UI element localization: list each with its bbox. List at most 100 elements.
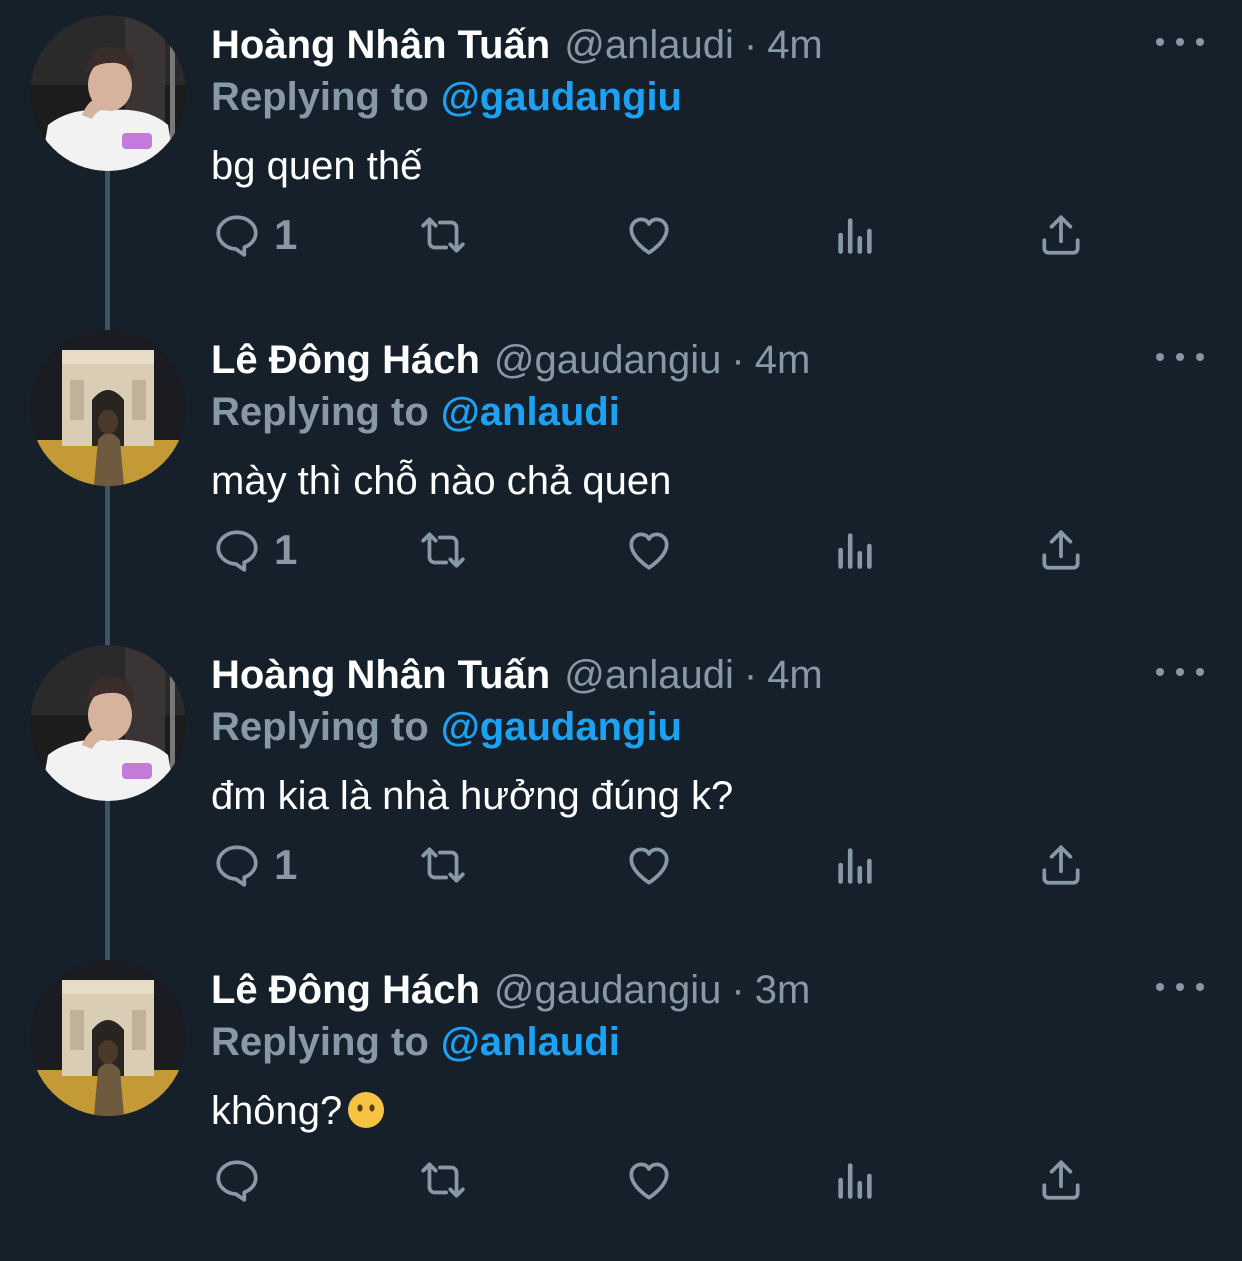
tweet[interactable]: Hoàng Nhân Tuấn @anlaudi · 4m Replying t… <box>0 630 1242 960</box>
analytics-button[interactable] <box>830 205 880 265</box>
replying-to-label: Replying to <box>211 75 429 119</box>
avatar[interactable] <box>30 645 186 801</box>
avatar[interactable] <box>30 330 186 486</box>
tweet-header: Hoàng Nhân Tuấn @anlaudi · 4m <box>211 20 823 70</box>
retweet-icon <box>418 840 468 890</box>
display-name[interactable]: Lê Đông Hách <box>211 335 480 385</box>
like-icon <box>624 210 674 260</box>
replying-to-label: Replying to <box>211 705 429 749</box>
reply-count: 1 <box>274 526 298 573</box>
reply-icon <box>212 210 262 260</box>
analytics-icon <box>830 1155 880 1205</box>
analytics-icon <box>830 840 880 890</box>
avatar[interactable] <box>30 15 186 171</box>
action-bar: 1 <box>0 205 1242 275</box>
share-icon <box>1036 1155 1086 1205</box>
face-without-mouth-emoji-icon <box>346 1090 386 1130</box>
tweet-text: bg quen thế <box>211 144 423 188</box>
avatar[interactable] <box>30 960 186 1116</box>
user-handle[interactable]: @anlaudi <box>564 20 734 70</box>
action-bar: 1 <box>0 835 1242 905</box>
tweet-text: không? <box>211 1089 343 1133</box>
retweet-button[interactable] <box>418 1150 468 1210</box>
tweet-text-row: không? <box>211 1085 386 1137</box>
analytics-button[interactable] <box>830 835 880 895</box>
retweet-icon <box>418 210 468 260</box>
replying-to-label: Replying to <box>211 390 429 434</box>
share-icon <box>1036 210 1086 260</box>
analytics-button[interactable] <box>830 1150 880 1210</box>
mention-link[interactable]: @gaudangiu <box>441 75 682 119</box>
mention-link[interactable]: @gaudangiu <box>441 705 682 749</box>
timestamp[interactable]: 4m <box>767 20 823 70</box>
like-button[interactable] <box>624 520 674 580</box>
timestamp[interactable]: 4m <box>767 650 823 700</box>
action-bar <box>0 1150 1242 1220</box>
reply-button[interactable] <box>212 1150 262 1210</box>
reply-icon <box>212 525 262 575</box>
share-button[interactable] <box>1036 835 1086 895</box>
share-icon <box>1036 525 1086 575</box>
retweet-button[interactable] <box>418 520 468 580</box>
tweet-text: đm kia là nhà hưởng đúng k? <box>211 774 734 818</box>
replying-to: Replying to @anlaudi <box>211 1017 620 1067</box>
tweet-header: Lê Đông Hách @gaudangiu · 4m <box>211 335 810 385</box>
share-button[interactable] <box>1036 205 1086 265</box>
action-bar: 1 <box>0 520 1242 590</box>
analytics-icon <box>830 210 880 260</box>
like-button[interactable] <box>624 205 674 265</box>
like-button[interactable] <box>624 1150 674 1210</box>
tweet[interactable]: Lê Đông Hách @gaudangiu · 4m Replying to… <box>0 315 1242 645</box>
share-button[interactable] <box>1036 1150 1086 1210</box>
display-name[interactable]: Lê Đông Hách <box>211 965 480 1015</box>
like-button[interactable] <box>624 835 674 895</box>
avatar-person-white-shirt-icon <box>30 645 186 801</box>
avatar-arc-de-triomphe-icon <box>30 960 186 1116</box>
analytics-button[interactable] <box>830 520 880 580</box>
replying-to: Replying to @gaudangiu <box>211 72 682 122</box>
mention-link[interactable]: @anlaudi <box>441 1020 620 1064</box>
avatar-person-white-shirt-icon <box>30 15 186 171</box>
display-name[interactable]: Hoàng Nhân Tuấn <box>211 20 550 70</box>
reply-icon <box>212 1155 262 1205</box>
timestamp[interactable]: 3m <box>755 965 811 1015</box>
reply-icon <box>212 840 262 890</box>
reply-button[interactable]: 1 <box>212 835 297 895</box>
replying-to: Replying to @gaudangiu <box>211 702 682 752</box>
more-icon[interactable] <box>1156 975 1204 999</box>
tweet-header: Lê Đông Hách @gaudangiu · 3m <box>211 965 810 1015</box>
reply-button[interactable]: 1 <box>212 520 297 580</box>
reply-button[interactable]: 1 <box>212 205 297 265</box>
replying-to-label: Replying to <box>211 1020 429 1064</box>
user-handle[interactable]: @anlaudi <box>564 650 734 700</box>
retweet-button[interactable] <box>418 205 468 265</box>
analytics-icon <box>830 525 880 575</box>
tweet-header: Hoàng Nhân Tuấn @anlaudi · 4m <box>211 650 823 700</box>
share-button[interactable] <box>1036 520 1086 580</box>
reply-count: 1 <box>274 841 298 888</box>
user-handle[interactable]: @gaudangiu <box>494 335 721 385</box>
separator: · <box>743 653 758 697</box>
timestamp[interactable]: 4m <box>755 335 811 385</box>
retweet-button[interactable] <box>418 835 468 895</box>
avatar-arc-de-triomphe-icon <box>30 330 186 486</box>
replying-to: Replying to @anlaudi <box>211 387 620 437</box>
like-icon <box>624 525 674 575</box>
more-icon[interactable] <box>1156 30 1204 54</box>
tweet-text: mày thì chỗ nào chả quen <box>211 459 672 503</box>
mention-link[interactable]: @anlaudi <box>441 390 620 434</box>
like-icon <box>624 840 674 890</box>
retweet-icon <box>418 525 468 575</box>
separator: · <box>731 338 745 382</box>
user-handle[interactable]: @gaudangiu <box>494 965 721 1015</box>
separator: · <box>743 23 758 67</box>
more-icon[interactable] <box>1156 660 1204 684</box>
more-icon[interactable] <box>1156 345 1204 369</box>
separator: · <box>731 968 745 1012</box>
tweet[interactable]: Hoàng Nhân Tuấn @anlaudi · 4m Replying t… <box>0 0 1242 330</box>
like-icon <box>624 1155 674 1205</box>
share-icon <box>1036 840 1086 890</box>
display-name[interactable]: Hoàng Nhân Tuấn <box>211 650 550 700</box>
tweet[interactable]: Lê Đông Hách @gaudangiu · 3m Replying to… <box>0 945 1242 1260</box>
reply-count: 1 <box>274 211 298 258</box>
